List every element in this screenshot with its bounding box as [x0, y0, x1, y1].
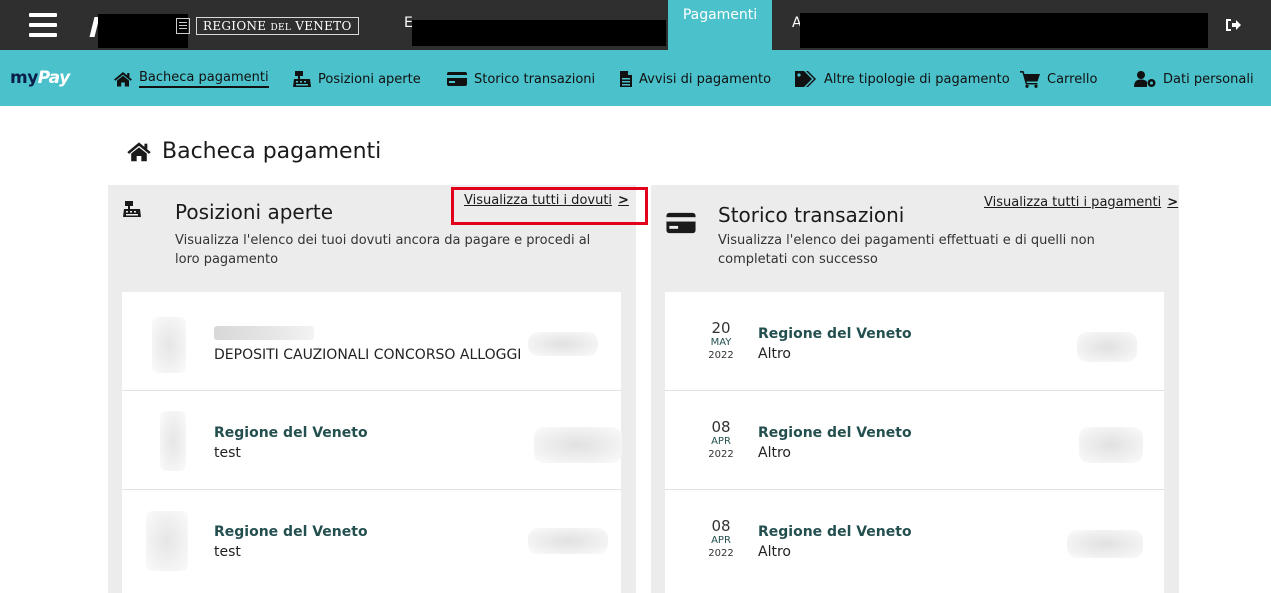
- cart-icon: [1020, 71, 1040, 88]
- row-subtitle: Altro: [758, 445, 791, 461]
- nav-item-dati-personali[interactable]: Dati personali: [1133, 67, 1254, 91]
- top-bar: REGIONE DEL VENETO E Pagamenti A: [0, 0, 1271, 50]
- region-name-prefix: REGIONE: [203, 19, 267, 33]
- credit-card-icon: [447, 72, 467, 86]
- nav-item-carrello[interactable]: Carrello: [1019, 67, 1097, 91]
- blurred-amount: [528, 528, 608, 554]
- view-all-payments-link[interactable]: Visualizza tutti i pagamenti >: [984, 195, 1178, 210]
- credit-card-icon: [666, 212, 696, 234]
- row-title: Regione del Veneto: [758, 524, 912, 540]
- open-positions-list: DEPOSITI CAUZIONALI CONCORSO ALLOGGI Reg…: [122, 292, 622, 593]
- row-subtitle: DEPOSITI CAUZIONALI CONCORSO ALLOGGI: [214, 347, 522, 363]
- date-month: MAY: [710, 337, 732, 348]
- region-name-suffix: VENETO: [295, 19, 352, 33]
- blurred-avatar: [160, 411, 186, 471]
- document-icon: [620, 71, 632, 87]
- row-subtitle: test: [214, 544, 241, 560]
- redacted-area: [800, 13, 1208, 48]
- cash-register-icon: [293, 71, 311, 87]
- nav-item-posizioni-aperte[interactable]: Posizioni aperte: [292, 67, 421, 91]
- row-title: Regione del Veneto: [214, 524, 368, 540]
- highlight-annotation: [451, 187, 648, 225]
- transaction-date: 08 APR 2022: [705, 419, 737, 462]
- transaction-history-description: Visualizza l'elenco dei pagamenti effett…: [718, 233, 1095, 267]
- blurred-amount: [1079, 427, 1143, 463]
- blurred-amount: [1067, 530, 1143, 558]
- blurred-amount: [1077, 332, 1137, 362]
- row-title: Regione del Veneto: [214, 425, 368, 441]
- tab-pagamenti-label: Pagamenti: [682, 7, 758, 23]
- transaction-date: 08 APR 2022: [705, 518, 737, 561]
- date-day: 20: [711, 319, 731, 337]
- row-title: Regione del Veneto: [758, 326, 912, 342]
- row-subtitle: test: [214, 445, 241, 461]
- open-positions-card: Posizioni aperte Visualizza tutti i dovu…: [108, 185, 636, 593]
- nav-item-storico-transazioni[interactable]: Storico transazioni: [446, 67, 595, 91]
- date-month: APR: [711, 436, 731, 447]
- open-positions-title: Posizioni aperte: [175, 200, 334, 224]
- nav-item-altre-tipologie[interactable]: Altre tipologie di pagamento: [794, 67, 1010, 91]
- nav-label: Posizioni aperte: [318, 71, 421, 87]
- page-title-text: Bacheca pagamenti: [162, 139, 382, 164]
- date-day: 08: [711, 517, 731, 535]
- open-positions-description: Visualizza l'elenco dei tuoi dovuti anco…: [175, 233, 591, 267]
- blurred-amount: [534, 427, 622, 463]
- nav-label: Storico transazioni: [474, 71, 596, 87]
- list-item[interactable]: 20 MAY 2022 Regione del Veneto Altro: [665, 292, 1164, 391]
- nav-label: Avvisi di pagamento: [639, 71, 772, 87]
- transaction-date: 20 MAY 2022: [705, 320, 737, 363]
- transaction-history-card: Storico transazioni Visualizza tutti i p…: [651, 185, 1179, 593]
- row-title: Regione del Veneto: [758, 425, 912, 441]
- tab-pagamenti[interactable]: Pagamenti: [668, 0, 772, 50]
- date-year: 2022: [708, 449, 734, 460]
- redacted-area: [98, 14, 188, 48]
- page-title: Bacheca pagamenti: [126, 139, 381, 164]
- date-year: 2022: [708, 548, 734, 559]
- list-item[interactable]: DEPOSITI CAUZIONALI CONCORSO ALLOGGI: [122, 292, 621, 391]
- date-year: 2022: [708, 350, 734, 361]
- nav-label: Dati personali: [1163, 71, 1254, 87]
- mypay-logo-my: my: [10, 68, 38, 88]
- hamburger-menu-icon[interactable]: [29, 13, 57, 37]
- logout-icon[interactable]: [1224, 17, 1242, 33]
- mypay-logo-pay: Pay: [37, 68, 70, 88]
- list-item[interactable]: 08 APR 2022 Regione del Veneto Altro: [665, 490, 1164, 593]
- tags-icon: [795, 71, 816, 87]
- region-crest-icon: [176, 18, 190, 34]
- blurred-avatar: [146, 511, 188, 571]
- nav-item-avvisi-di-pagamento[interactable]: Avvisi di pagamento: [619, 67, 771, 91]
- list-item[interactable]: Regione del Veneto test: [122, 490, 621, 593]
- home-icon: [114, 72, 132, 87]
- region-name: REGIONE DEL VENETO: [196, 17, 359, 35]
- nav-item-bacheca-pagamenti[interactable]: Bacheca pagamenti: [113, 67, 269, 91]
- nav-label: Bacheca pagamenti: [139, 70, 269, 88]
- chevron-right-icon: >: [1167, 195, 1179, 210]
- blurred-avatar: [152, 317, 186, 373]
- transaction-history-list: 20 MAY 2022 Regione del Veneto Altro 08 …: [665, 292, 1164, 593]
- blurred-amount: [528, 332, 598, 356]
- main-navigation: myPay Bacheca pagamenti Posizioni aperte…: [0, 50, 1271, 106]
- list-item[interactable]: Regione del Veneto test: [122, 391, 622, 490]
- nav-label: Carrello: [1047, 71, 1098, 87]
- region-logo[interactable]: REGIONE DEL VENETO: [176, 16, 359, 36]
- home-icon: [127, 142, 151, 162]
- row-subtitle: Altro: [758, 346, 791, 362]
- transaction-history-title: Storico transazioni: [718, 203, 905, 227]
- mypay-logo[interactable]: myPay: [10, 68, 70, 88]
- user-cog-icon: [1134, 71, 1156, 87]
- blurred-text: [214, 326, 314, 340]
- row-subtitle: Altro: [758, 544, 791, 560]
- view-all-payments-label: Visualizza tutti i pagamenti: [984, 195, 1162, 210]
- date-day: 08: [711, 418, 731, 436]
- list-item[interactable]: 08 APR 2022 Regione del Veneto Altro: [665, 391, 1164, 490]
- date-month: APR: [711, 535, 731, 546]
- region-name-small: DEL: [270, 23, 292, 33]
- nav-label: Altre tipologie di pagamento: [824, 71, 1010, 87]
- cash-register-icon: [123, 201, 141, 217]
- redacted-area: [412, 20, 666, 46]
